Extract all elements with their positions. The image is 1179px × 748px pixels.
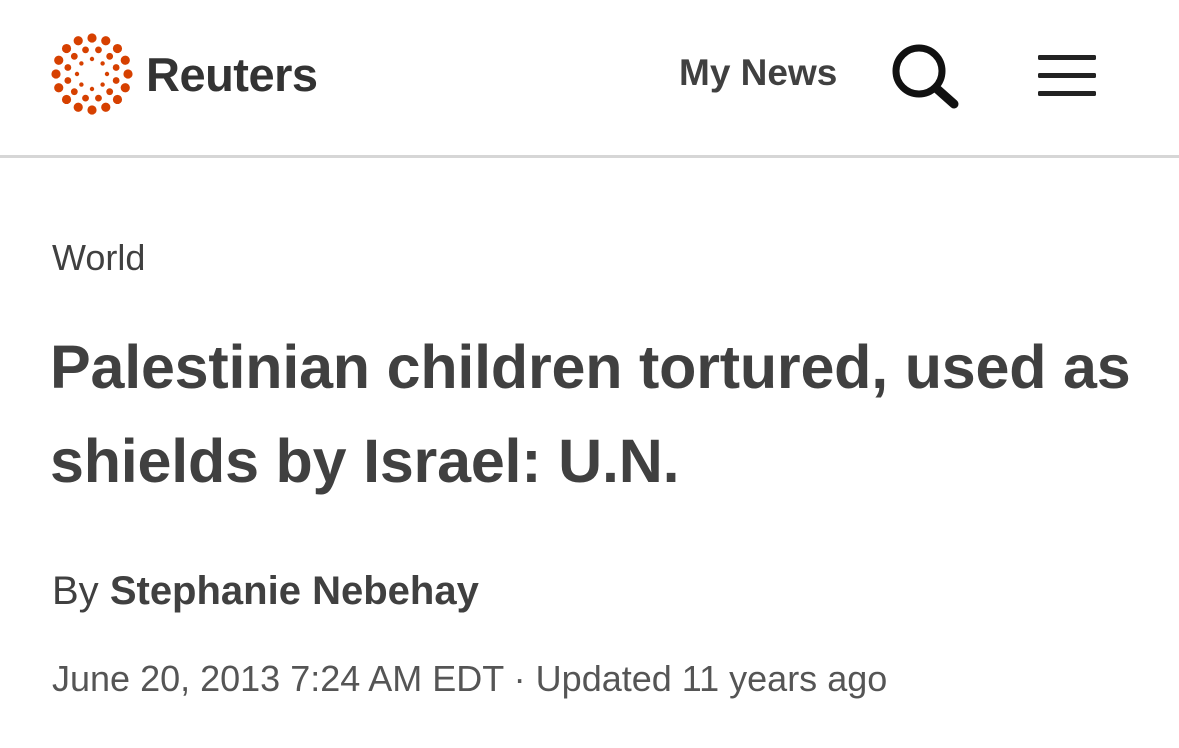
menu-button[interactable] [1036,50,1100,100]
logo-dot [112,43,123,54]
logo-dot [101,36,111,46]
article-headline: Palestinian children tortured, used as s… [50,333,1131,495]
logo-dot [61,94,72,105]
section-label[interactable]: World [52,236,145,280]
logo-dot [95,46,102,54]
logo-dot [120,55,130,65]
updated-time: Updated 11 years ago [535,658,888,699]
logo-dot [101,102,111,112]
search-icon [892,44,959,109]
byline-prefix: By [52,569,99,613]
my-news-link[interactable]: My News [679,50,837,96]
logo-dot [89,56,95,62]
logo-dot [73,102,83,112]
logo-dot [79,61,84,66]
logo-dot [120,83,130,93]
logo-dot [61,43,72,54]
logo-dot [54,83,64,93]
reuters-logo[interactable]: Reuters [50,32,318,116]
logo-dot [106,88,114,96]
logo-dot [104,71,110,77]
logo-dot [100,61,105,66]
site-header: Reuters My News [0,0,1179,158]
publish-date: June 20, 2013 7:24 AM EDT [52,658,504,699]
logo-dot [89,86,95,92]
byline: By Stephanie Nebehay [52,566,479,616]
logo-dot [87,33,97,43]
logo-dot [112,77,120,84]
logo-dot [64,64,72,71]
author-link[interactable]: Stephanie Nebehay [110,569,479,613]
date-separator: · [513,658,526,699]
logo-dot [64,77,72,84]
logo-dot [74,71,80,77]
logo-dot [95,94,102,102]
logo-dot [87,105,97,115]
logo-dot [106,52,114,60]
logo-dot [82,46,89,54]
logo-dot [112,94,123,105]
logo-dot [70,52,78,60]
search-button[interactable] [888,40,964,112]
logo-dot [51,69,61,79]
logo-dot [79,82,84,87]
logo-dot [100,82,105,87]
hamburger-menu-icon [1038,55,1096,96]
logo-dot [73,36,83,46]
logo-dot [70,88,78,96]
brand-name: Reuters [146,47,318,101]
logo-dot [82,94,89,102]
logo-dot [54,55,64,65]
logo-dot [112,64,120,71]
reuters-logo-icon [51,33,133,115]
logo-dot [123,69,133,79]
dateline: June 20, 2013 7:24 AM EDT · Updated 11 y… [52,656,887,702]
